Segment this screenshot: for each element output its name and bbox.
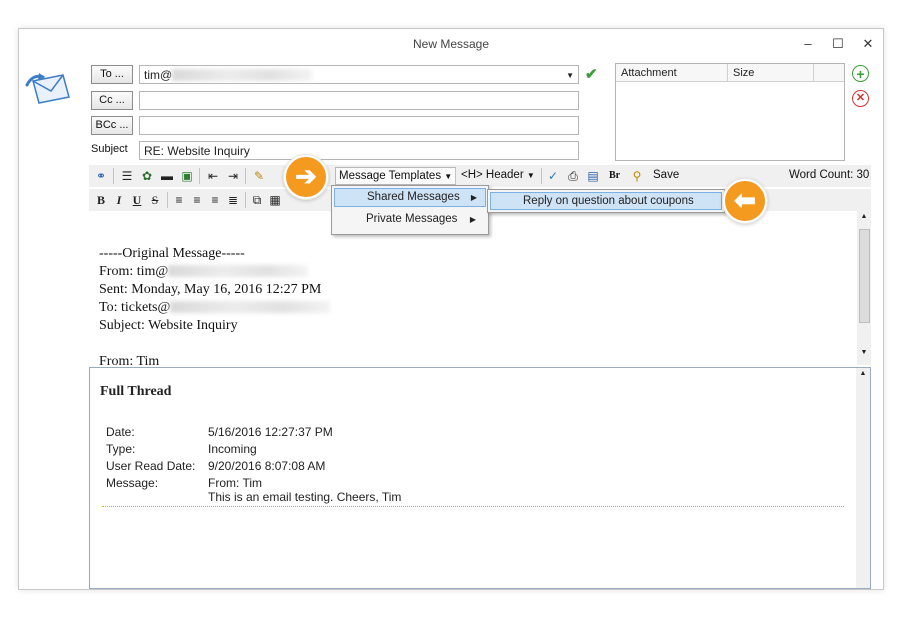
chevron-down-icon: ▼ [444, 172, 453, 181]
align-right-icon[interactable]: ≡ [207, 192, 223, 208]
editor-line: -----Original Message----- [99, 246, 245, 261]
redacted-address [172, 69, 313, 81]
attachment-list[interactable]: Attachment Size [615, 63, 845, 161]
message-templates-button[interactable]: Message Templates ▼ [335, 167, 457, 185]
redacted-address [168, 265, 309, 277]
window-title: New Message [412, 37, 490, 51]
editor-scrollbar[interactable]: ▲ ▼ [857, 211, 871, 365]
copy-icon[interactable]: ⧉ [249, 192, 265, 208]
message-templates-label: Message Templates [339, 170, 442, 182]
align-left-icon[interactable]: ≡ [171, 192, 187, 208]
spell-icon[interactable]: ✿ [139, 168, 155, 184]
insert-image-icon[interactable]: ▣ [179, 168, 195, 184]
outdent-icon[interactable]: ⇤ [205, 168, 221, 184]
clean-broom-icon[interactable]: ⚲ [629, 168, 645, 184]
arrow-right-icon: ➔ [284, 155, 328, 199]
thread-label: User Read Date: [106, 459, 196, 473]
scroll-up-icon[interactable]: ▲ [856, 370, 870, 377]
chevron-right-icon: ▶ [470, 193, 477, 202]
attachment-column-header[interactable]: Attachment [616, 64, 728, 82]
title-bar: New Message – ☐ ✕ [19, 29, 883, 59]
header-label: <H> Header [461, 169, 524, 181]
strikethrough-button[interactable]: S [147, 192, 163, 208]
bcc-button[interactable]: BCc ... [91, 116, 133, 135]
thread-label: Message: [106, 476, 159, 490]
to-value: tim@ [144, 68, 173, 82]
menu-item-reply-coupons[interactable]: Reply on question about coupons [490, 192, 722, 210]
thread-label: Type: [106, 442, 136, 456]
thread-value: 5/16/2016 12:27:37 PM [208, 425, 333, 439]
header-button[interactable]: <H> Header ▼ [461, 169, 535, 181]
thread-message-body: This is an email testing. Cheers, Tim [208, 490, 402, 504]
html-icon[interactable]: ▤ [585, 168, 601, 184]
scroll-up-icon[interactable]: ▲ [857, 213, 871, 220]
extra-column-header [814, 64, 844, 82]
underline-button[interactable]: U [129, 192, 145, 208]
remove-attachment-icon[interactable]: ✕ [852, 90, 869, 107]
bullet-list-icon[interactable]: ☰ [119, 168, 135, 184]
editor-line: From: Tim [99, 354, 160, 365]
menu-item-private-messages[interactable]: Private Messages ▶ [334, 210, 484, 229]
indent-icon[interactable]: ⇥ [225, 168, 241, 184]
align-justify-icon[interactable]: ≣ [225, 192, 241, 208]
full-thread-panel: Full Thread Date: 5/16/2016 12:27:37 PM … [89, 367, 871, 589]
spellcheck-icon[interactable]: ✓ [545, 168, 561, 184]
paste-icon[interactable]: ▦ [267, 192, 283, 208]
find-binoculars-icon[interactable]: ⚭ [93, 168, 109, 184]
chevron-down-icon: ▼ [526, 171, 535, 180]
add-attachment-icon[interactable]: + [852, 65, 869, 82]
minimize-button[interactable]: – [797, 33, 819, 55]
bcc-field[interactable] [139, 116, 579, 135]
editor-line: From: tim@ [99, 263, 330, 281]
to-button[interactable]: To ... [91, 65, 133, 84]
scroll-down-icon[interactable]: ▼ [857, 349, 871, 356]
scroll-thumb[interactable] [859, 229, 870, 323]
align-center-icon[interactable]: ≡ [189, 192, 205, 208]
close-button[interactable]: ✕ [857, 33, 879, 55]
thread-value: Incoming [208, 442, 257, 456]
size-column-header[interactable]: Size [728, 64, 814, 82]
thread-value: 9/20/2016 8:07:08 AM [208, 459, 326, 473]
editor-line: To: tickets@ [99, 299, 331, 317]
email-envelope-icon [25, 67, 73, 109]
chevron-down-icon[interactable]: ▼ [566, 66, 574, 85]
chevron-right-icon: ▶ [469, 215, 476, 224]
thread-title: Full Thread [100, 384, 172, 399]
thread-label: Date: [106, 425, 135, 439]
highlight-icon[interactable]: ✎ [251, 168, 267, 184]
subject-field[interactable]: RE: Website Inquiry [139, 141, 579, 160]
maximize-button[interactable]: ☐ [827, 33, 849, 55]
thread-value: From: Tim [208, 476, 262, 490]
thread-scrollbar[interactable]: ▲ [856, 368, 870, 588]
to-field[interactable]: tim@ ▼ [139, 65, 579, 84]
word-count: Word Count: 30 [789, 169, 870, 181]
redacted-address [170, 301, 331, 313]
arrow-left-icon: ⬅ [723, 179, 767, 223]
shared-messages-submenu: Reply on question about coupons [487, 189, 725, 213]
editor-line: Subject: Website Inquiry [99, 318, 238, 333]
save-button[interactable]: Save [653, 169, 679, 181]
menu-item-shared-messages[interactable]: Shared Messages ▶ [334, 188, 486, 207]
original-message: -----Original Message----- From: tim@ Se… [99, 245, 331, 365]
italic-button[interactable]: I [111, 192, 127, 208]
checkmark-icon: ✔ [585, 66, 598, 83]
new-message-window: New Message – ☐ ✕ To ... tim@ ▼ ✔ Cc ...… [18, 28, 884, 590]
editor-line: Sent: Monday, May 16, 2016 12:27 PM [99, 282, 322, 297]
subject-label: Subject [91, 143, 128, 155]
bold-button[interactable]: B [93, 192, 109, 208]
divider [102, 506, 844, 507]
line-break-button[interactable]: Br [609, 170, 620, 181]
cc-button[interactable]: Cc ... [91, 91, 133, 110]
cc-field[interactable] [139, 91, 579, 110]
print-icon[interactable]: ⎙ [565, 168, 581, 184]
message-templates-menu: Shared Messages ▶ Private Messages ▶ [331, 185, 489, 235]
horizontal-rule-icon[interactable]: ▬ [159, 168, 175, 184]
